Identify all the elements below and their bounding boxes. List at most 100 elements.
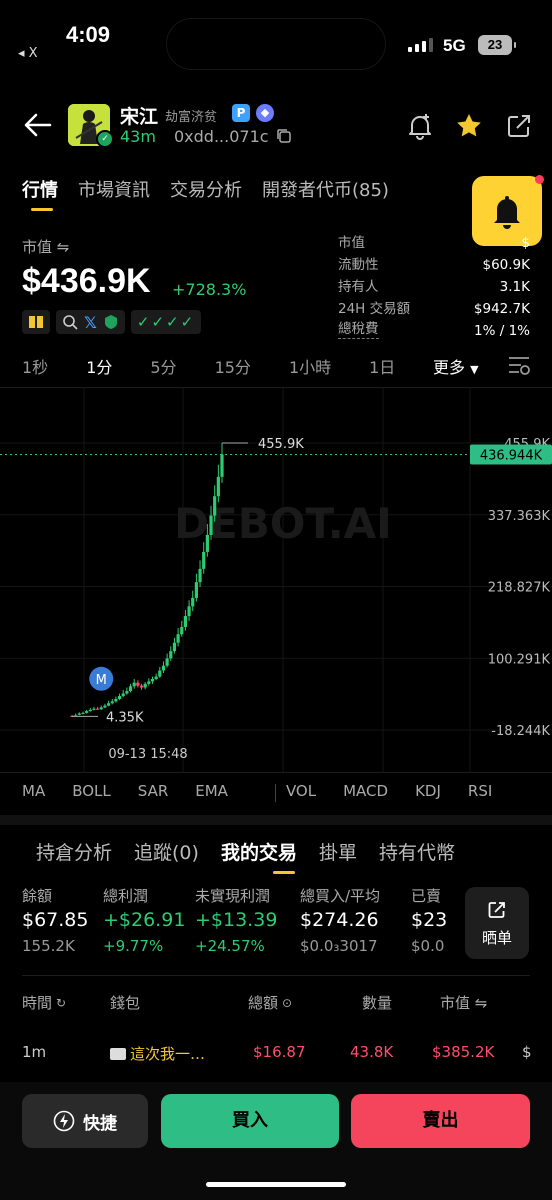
indicator-kdj[interactable]: KDJ: [415, 782, 441, 800]
search-icon[interactable]: [62, 314, 78, 330]
back-to-app[interactable]: ◂ X: [18, 46, 38, 61]
candle-body: [183, 616, 188, 627]
candle-body: [172, 642, 177, 652]
timeframe-1h[interactable]: 1小時: [289, 354, 331, 378]
candle-body: [117, 695, 122, 699]
trade-marker-label: M: [96, 673, 107, 688]
x-icon[interactable]: 𝕏: [84, 313, 97, 332]
more-timeframes[interactable]: 更多 ▼: [433, 354, 479, 378]
pnl-sub: $0.0: [411, 937, 445, 955]
tab-market-info[interactable]: 市場資訊: [78, 176, 150, 202]
contract-address[interactable]: 0xdd...071c: [174, 127, 269, 146]
candle-body: [110, 701, 114, 704]
chart-settings-icon[interactable]: [506, 352, 532, 382]
share-label: 晒单: [481, 929, 512, 947]
main-tabs: 行情 市場資訊 交易分析 開發者代币(85): [22, 176, 409, 202]
tab-trade-analysis[interactable]: 交易分析: [170, 176, 242, 202]
indicator-ma[interactable]: MA: [22, 782, 45, 800]
wallet-icon: [110, 1048, 126, 1060]
notification-dot: [535, 175, 544, 184]
candle-body: [125, 691, 129, 694]
candle-body: [158, 670, 162, 677]
col-label: 時間: [22, 994, 53, 1012]
col-wallet: 錢包: [110, 992, 140, 1013]
tab-developer-tokens[interactable]: 開發者代币(85): [262, 176, 389, 202]
quick-label: 快捷: [83, 1113, 117, 1134]
chain-icon: ◆: [256, 104, 274, 122]
security-checks[interactable]: ✓✓✓✓: [130, 310, 202, 334]
timeframe-5m[interactable]: 5分: [150, 354, 176, 378]
buy-button[interactable]: 買入: [161, 1094, 339, 1148]
candle-body: [136, 682, 140, 686]
wallet-name: 這次我一…: [130, 1045, 206, 1063]
candle-body: [106, 703, 111, 706]
y-tick-label: -18.244K: [491, 724, 550, 739]
tab-holding-analysis[interactable]: 持倉分析: [36, 838, 112, 865]
row-wallet[interactable]: 這次我一…: [110, 1043, 205, 1064]
timeframe-1m[interactable]: 1分: [86, 354, 112, 378]
tab-holdings[interactable]: 持有代幣: [379, 838, 455, 865]
pnl-label: 未實現利潤: [195, 887, 271, 905]
indicator-sar[interactable]: SAR: [138, 782, 168, 800]
col-mcap[interactable]: 市值 ⇋: [440, 992, 487, 1013]
share-pnl-button[interactable]: 晒单: [465, 887, 529, 959]
col-time[interactable]: 時間 ↻: [22, 992, 66, 1013]
candle-body: [128, 686, 133, 692]
timeframe-15m[interactable]: 15分: [215, 354, 251, 378]
candle-body: [81, 712, 85, 714]
refresh-icon: ↻: [56, 995, 67, 1010]
indicator-boll[interactable]: BOLL: [72, 782, 111, 800]
copy-icon[interactable]: [276, 128, 292, 144]
share-icon: [488, 902, 505, 918]
divider: [22, 975, 530, 976]
token-links: 𝕏 ✓✓✓✓: [22, 310, 202, 334]
row-mcap: $385.2K: [432, 1043, 495, 1061]
y-tick-label: 218.827K: [488, 581, 551, 596]
timeframe-1s[interactable]: 1秒: [22, 354, 48, 378]
token-subtitle: 劫富济贫: [165, 110, 218, 125]
quick-trade-button[interactable]: 快捷: [22, 1094, 148, 1148]
star-icon[interactable]: [455, 112, 483, 144]
shield-icon[interactable]: [103, 314, 119, 330]
pnl-label: 總買入/平均: [300, 887, 381, 905]
indicator-vol[interactable]: VOL: [286, 782, 316, 800]
book-link[interactable]: [22, 310, 50, 334]
candle-body: [77, 713, 81, 715]
pnl-sub: $0.0₃3017: [300, 937, 378, 955]
share-icon[interactable]: [506, 113, 532, 143]
stat-key[interactable]: 總稅費: [338, 320, 379, 339]
candle-body: [114, 698, 118, 702]
stat-key: 24H 交易額: [338, 301, 411, 317]
market-cap-label[interactable]: 市值 ⇋: [22, 236, 69, 257]
candle-body: [99, 707, 103, 710]
candle-body: [88, 709, 92, 712]
market-cap-change: +728.3%: [172, 280, 247, 299]
pnl-value: $274.26: [300, 909, 379, 931]
col-total[interactable]: 總額 ⊙: [248, 992, 292, 1013]
tab-market[interactable]: 行情: [22, 176, 58, 202]
pnl-total-profit: 總利潤 +$26.91 +9.77%: [103, 885, 185, 955]
pnl-label: 餘額: [22, 887, 53, 905]
timeframe-1d[interactable]: 1日: [369, 354, 395, 378]
sell-button[interactable]: 賣出: [351, 1094, 530, 1148]
tab-my-trades[interactable]: 我的交易: [221, 838, 297, 865]
check-icons: ✓✓✓✓: [136, 313, 196, 331]
price-chart[interactable]: DEBOT.AI 455.9K337.363K218.827K100.291K-…: [0, 388, 552, 772]
pnl-value: $67.85: [22, 909, 89, 931]
alarm-add-icon[interactable]: [406, 112, 434, 144]
indicator-ema[interactable]: EMA: [195, 782, 228, 800]
more-label: 更多: [433, 358, 466, 377]
back-arrow-icon[interactable]: [22, 110, 54, 140]
candle-body: [180, 626, 184, 635]
indicator-macd[interactable]: MACD: [343, 782, 388, 800]
candle-body: [161, 665, 166, 671]
indicator-rsi[interactable]: RSI: [468, 782, 492, 800]
tab-tracking[interactable]: 追蹤(0): [134, 838, 199, 865]
tab-orders[interactable]: 掛單: [319, 838, 357, 865]
pnl-sub: +9.77%: [103, 937, 164, 955]
candle-body: [198, 568, 202, 583]
high-marker-label: 455.9K: [258, 437, 304, 452]
candle-body: [202, 551, 206, 569]
token-age: 43m: [120, 127, 156, 146]
col-label: 錢包: [110, 994, 141, 1012]
